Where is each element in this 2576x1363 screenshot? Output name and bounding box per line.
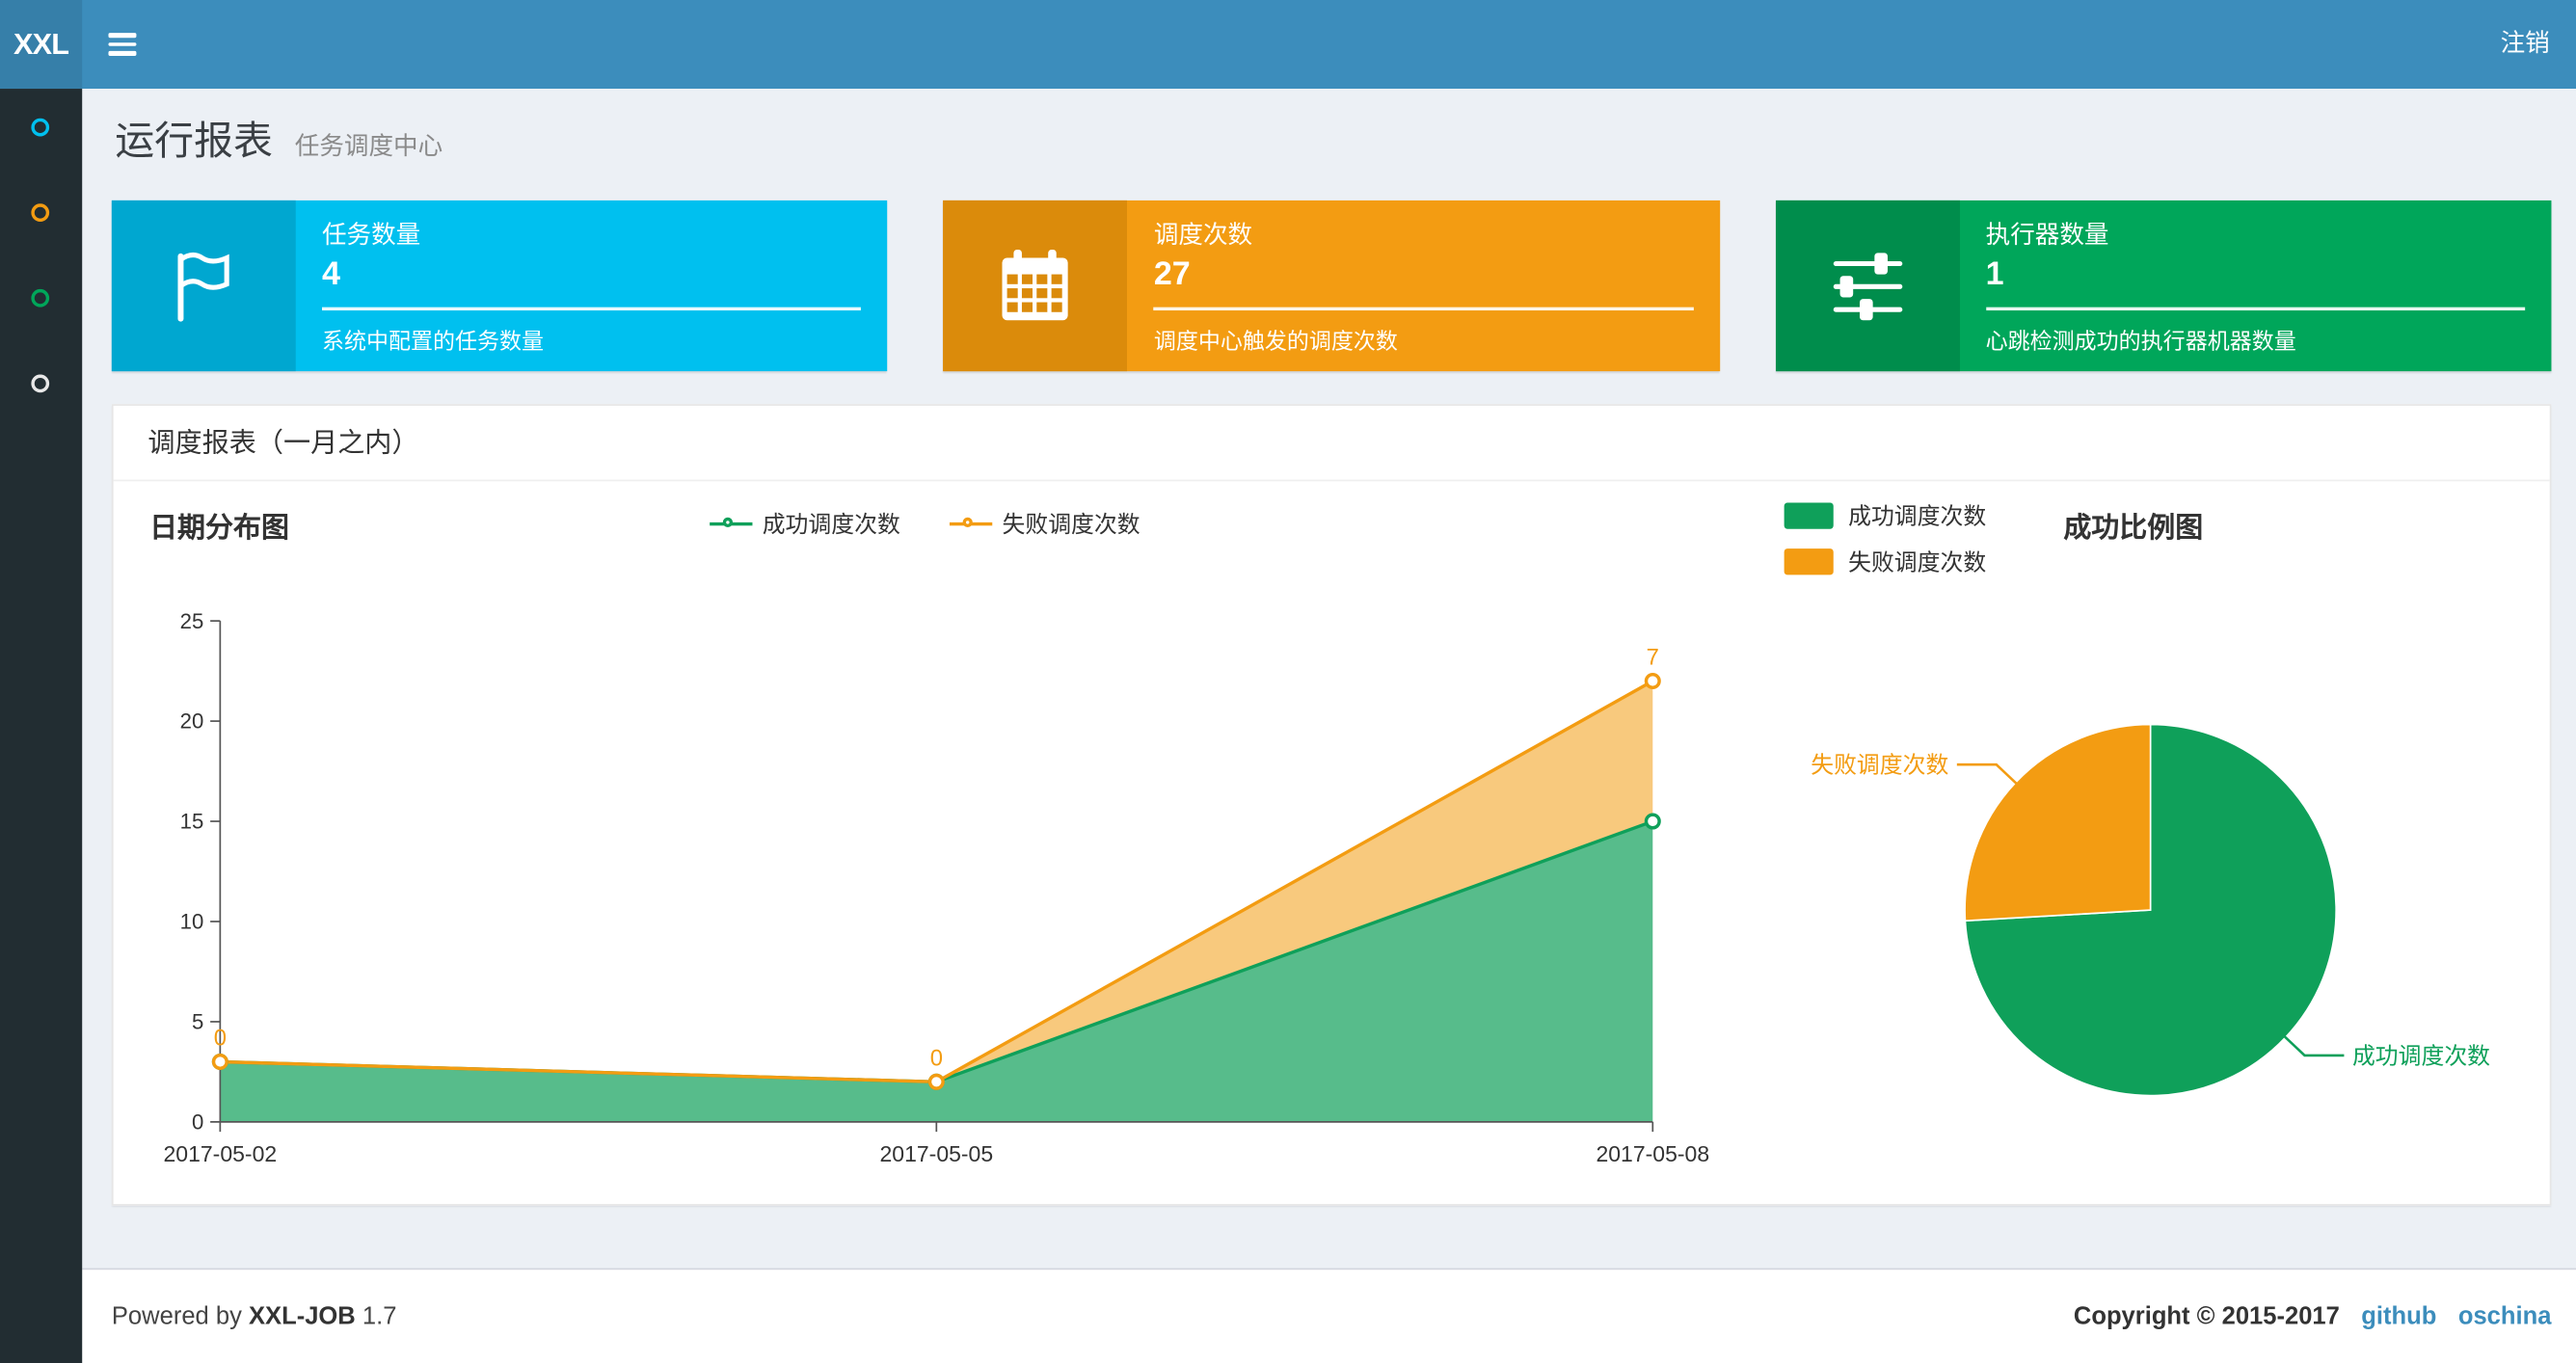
logout-link[interactable]: 注销 bbox=[2474, 0, 2576, 89]
legend-item-fail[interactable]: 失败调度次数 bbox=[1784, 546, 1987, 578]
sidebar-item-3[interactable] bbox=[31, 288, 50, 307]
svg-text:成功调度次数: 成功调度次数 bbox=[2352, 1043, 2490, 1069]
report-panel: 调度报表（一月之内） 日期分布图 成功调度次数 失败调度次数 0 5 10 15 20 2… bbox=[111, 404, 2552, 1206]
line-chart-title: 日期分布图 bbox=[149, 512, 289, 545]
line-chart-legend: 成功调度次数 失败调度次数 bbox=[710, 508, 1140, 541]
pie-chart-legend: 成功调度次数 失败调度次数 bbox=[1784, 499, 1987, 591]
sidebar-item-1[interactable] bbox=[31, 118, 50, 137]
info-box-divider bbox=[321, 307, 862, 311]
line-legend-marker-icon bbox=[949, 517, 993, 531]
line-legend-marker-icon bbox=[710, 517, 753, 531]
info-box-executors: 执行器数量 1 心跳检测成功的执行器机器数量 bbox=[1775, 200, 2552, 372]
summary-info-row: 任务数量 4 系统中配置的任务数量 调度次数 27 调度中心触发的调度次数 执行… bbox=[111, 200, 2552, 372]
legend-label: 成功调度次数 bbox=[762, 510, 900, 538]
sliders-icon bbox=[1775, 200, 1960, 372]
sidebar-toggle-button[interactable] bbox=[82, 0, 161, 89]
info-box-label: 任务数量 bbox=[321, 222, 421, 251]
svg-text:0: 0 bbox=[930, 1045, 943, 1071]
info-box-triggers: 调度次数 27 调度中心触发的调度次数 bbox=[943, 200, 1720, 372]
svg-text:2017-05-05: 2017-05-05 bbox=[879, 1141, 993, 1166]
product-name: XXL-JOB bbox=[248, 1302, 356, 1331]
info-box-label: 调度次数 bbox=[1153, 222, 1253, 251]
info-box-divider bbox=[1153, 307, 1694, 311]
legend-item-fail[interactable]: 失败调度次数 bbox=[949, 508, 1140, 541]
info-box-value: 4 bbox=[321, 255, 340, 293]
info-box-description: 心跳检测成功的执行器机器数量 bbox=[1985, 328, 2296, 354]
app-viewport: XXL 注销 运行报表 任务调度中心 任务数量 4 系统中配置的任务数量 调度次… bbox=[0, 0, 2576, 1363]
svg-text:2017-05-08: 2017-05-08 bbox=[1596, 1141, 1709, 1166]
legend-swatch-icon bbox=[1784, 548, 1834, 575]
info-box-jobs: 任务数量 4 系统中配置的任务数量 bbox=[111, 200, 888, 372]
svg-text:0: 0 bbox=[192, 1110, 203, 1135]
svg-text:失败调度次数: 失败调度次数 bbox=[1811, 753, 1948, 779]
svg-text:15: 15 bbox=[180, 810, 204, 834]
page-footer: Powered by XXL-JOB 1.7 Copyright © 2015-… bbox=[82, 1268, 2576, 1363]
legend-label: 失败调度次数 bbox=[1002, 510, 1140, 538]
powered-by: Powered by XXL-JOB 1.7 bbox=[112, 1302, 397, 1330]
powered-by-prefix: Powered by bbox=[111, 1302, 242, 1331]
info-box-description: 系统中配置的任务数量 bbox=[321, 328, 545, 354]
flag-icon bbox=[111, 200, 296, 372]
legend-label: 成功调度次数 bbox=[1848, 502, 1987, 529]
page-title: 运行报表 bbox=[115, 120, 273, 165]
calendar-icon bbox=[943, 200, 1128, 372]
copyright-text: Copyright © 2015-2017 bbox=[2073, 1302, 2340, 1331]
left-sidebar bbox=[0, 89, 83, 1363]
page-subtitle: 任务调度中心 bbox=[294, 133, 443, 161]
panel-title: 调度报表（一月之内） bbox=[113, 406, 2550, 482]
sidebar-item-4[interactable] bbox=[31, 374, 50, 393]
copyright-area: Copyright © 2015-2017 github oschina bbox=[2074, 1302, 2552, 1330]
app-logo[interactable]: XXL bbox=[0, 0, 83, 90]
success-ratio-pie-chart: 成功调度次数 失败调度次数 bbox=[1811, 723, 2490, 1097]
legend-label: 失败调度次数 bbox=[1848, 548, 1987, 575]
legend-swatch-icon bbox=[1784, 502, 1834, 529]
info-box-divider bbox=[1985, 307, 2526, 311]
page-header: 运行报表 任务调度中心 bbox=[115, 108, 443, 166]
hamburger-icon bbox=[107, 33, 136, 38]
info-box-description: 调度中心触发的调度次数 bbox=[1153, 328, 1398, 354]
svg-text:7: 7 bbox=[1647, 644, 1659, 670]
svg-text:5: 5 bbox=[192, 1010, 203, 1034]
info-box-value: 27 bbox=[1153, 255, 1191, 293]
svg-text:0: 0 bbox=[214, 1025, 227, 1051]
legend-item-success[interactable]: 成功调度次数 bbox=[710, 508, 900, 541]
github-link[interactable]: github bbox=[2361, 1302, 2436, 1330]
pie-chart-title: 成功比例图 bbox=[2063, 512, 2204, 545]
legend-item-success[interactable]: 成功调度次数 bbox=[1784, 499, 1987, 532]
sidebar-item-2[interactable] bbox=[31, 203, 50, 223]
svg-text:2017-05-02: 2017-05-02 bbox=[164, 1141, 278, 1166]
svg-text:10: 10 bbox=[180, 910, 204, 934]
svg-text:20: 20 bbox=[180, 709, 204, 734]
svg-text:25: 25 bbox=[180, 609, 204, 633]
info-box-label: 执行器数量 bbox=[1985, 222, 2109, 251]
info-box-value: 1 bbox=[1985, 255, 2004, 293]
oschina-link[interactable]: oschina bbox=[2458, 1302, 2552, 1330]
date-distribution-chart: 05101520252017-05-02 2017-05-05 2017-05-08… bbox=[164, 609, 1710, 1166]
top-navbar: XXL 注销 bbox=[0, 0, 2576, 90]
product-version: 1.7 bbox=[362, 1302, 397, 1331]
